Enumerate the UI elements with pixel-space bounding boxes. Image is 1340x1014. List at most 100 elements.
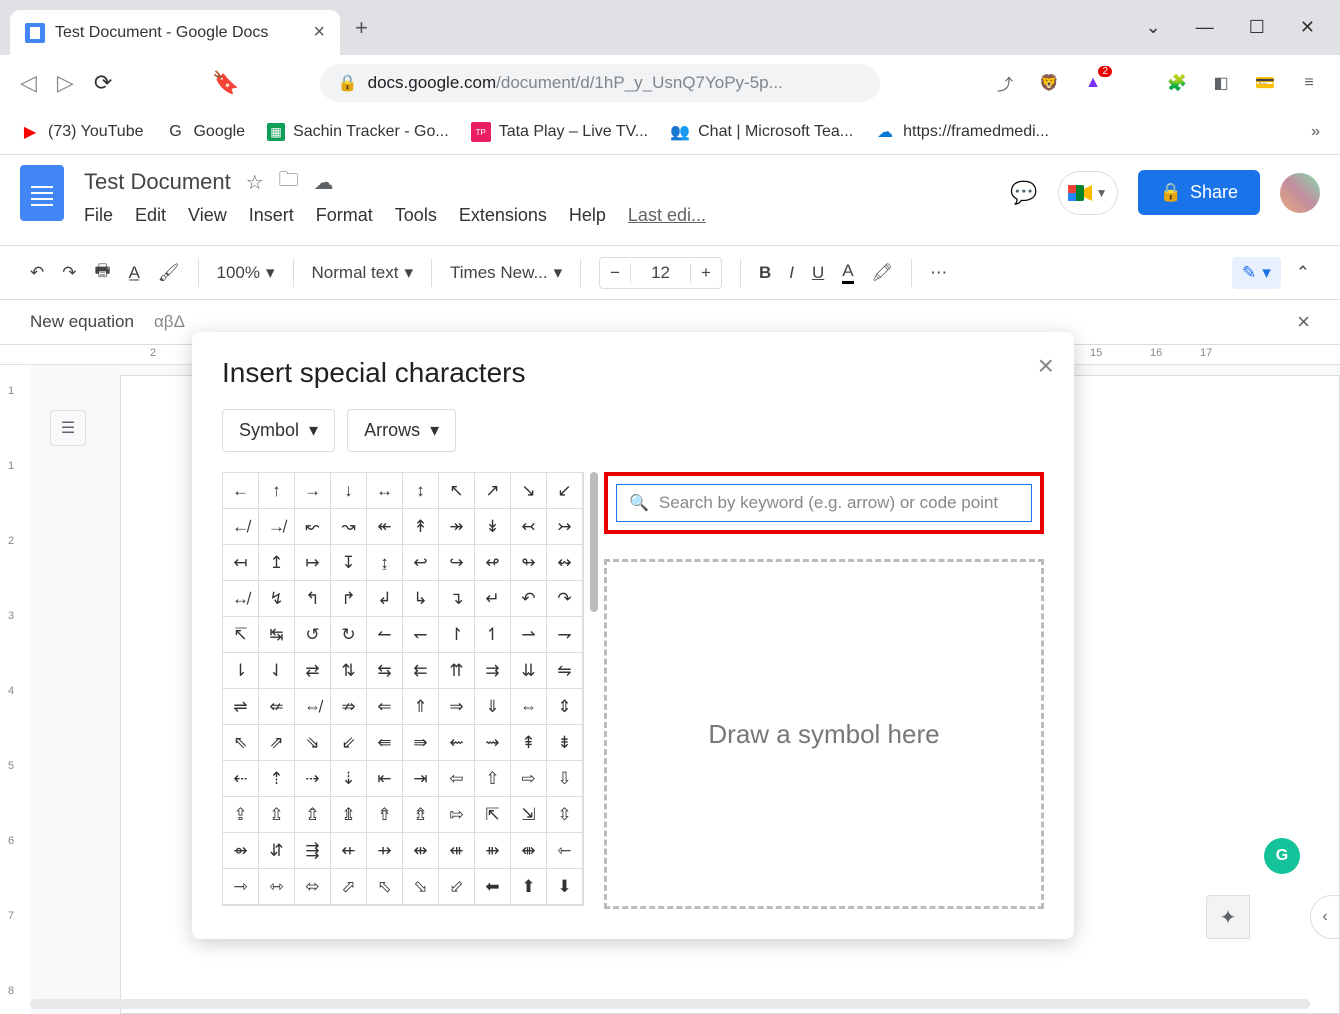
category-dropdown[interactable]: Symbol▾ [222,409,335,452]
char-cell[interactable]: ↱ [331,581,367,617]
char-cell[interactable]: ⇎ [295,689,331,725]
last-edit-link[interactable]: Last edi... [628,205,706,226]
dropdown-icon[interactable]: ⌄ [1146,17,1161,38]
char-cell[interactable]: ⇷ [331,833,367,869]
char-cell[interactable]: ⇫ [259,797,295,833]
char-cell[interactable]: ⇿ [259,869,295,905]
menu-extensions[interactable]: Extensions [459,205,547,226]
menu-help[interactable]: Help [569,205,606,226]
account-avatar[interactable] [1280,173,1320,213]
char-cell[interactable]: ↻ [331,617,367,653]
char-cell[interactable]: ⇨ [511,761,547,797]
editing-mode-button[interactable]: ✎▾ [1232,257,1281,289]
char-cell[interactable]: ⇳ [547,797,583,833]
char-cell[interactable]: ↤ [223,545,259,581]
char-cell[interactable]: ↮ [223,581,259,617]
char-cell[interactable]: ⬃ [439,869,475,905]
char-cell[interactable]: ⇾ [223,869,259,905]
char-cell[interactable]: ↾ [439,617,475,653]
minimize-icon[interactable]: — [1196,17,1214,38]
forward-button[interactable]: ▷ [57,70,74,96]
extension-badge-icon[interactable]: ▲2 [1082,72,1104,94]
underline-icon[interactable]: U [812,263,824,283]
char-cell[interactable]: ↼ [367,617,403,653]
char-cell[interactable]: ⇲ [511,797,547,833]
char-cell[interactable]: ⬂ [403,869,439,905]
char-cell[interactable]: ⇸ [367,833,403,869]
char-cell[interactable]: ↪ [439,545,475,581]
bookmarks-overflow-icon[interactable]: » [1311,123,1320,141]
char-cell[interactable]: ↙ [547,473,583,509]
char-cell[interactable]: ⇩ [547,761,583,797]
highlight-icon[interactable]: 🖍 [872,263,894,283]
char-cell[interactable]: ↥ [259,545,295,581]
char-cell[interactable]: ↳ [403,581,439,617]
new-equation-button[interactable]: New equation [30,312,134,332]
char-cell[interactable]: ↝ [331,509,367,545]
font-select[interactable]: Times New...▾ [450,263,562,283]
cloud-status-icon[interactable]: ☁ [314,170,334,195]
char-cell[interactable]: ⇴ [223,833,259,869]
char-cell[interactable]: ↔ [367,473,403,509]
char-cell[interactable]: ↩ [403,545,439,581]
char-cell[interactable]: ⇦ [439,761,475,797]
char-cell[interactable]: ↧ [331,545,367,581]
char-cell[interactable]: ⇵ [259,833,295,869]
horizontal-scrollbar[interactable] [30,999,1310,1009]
char-cell[interactable]: ⬄ [295,869,331,905]
char-cell[interactable]: ⇗ [259,725,295,761]
char-cell[interactable]: ⇥ [403,761,439,797]
char-cell[interactable]: ↦ [295,545,331,581]
font-size-stepper[interactable]: − 12 + [599,257,722,289]
char-cell[interactable]: ⬅ [475,869,511,905]
char-cell[interactable]: ↗ [475,473,511,509]
char-cell[interactable]: ↢ [511,509,547,545]
bookmark-youtube[interactable]: ▶(73) YouTube [20,122,143,142]
char-cell[interactable]: ⬆ [511,869,547,905]
char-cell[interactable]: ⇠ [223,761,259,797]
char-cell[interactable]: ⬇ [547,869,583,905]
search-input[interactable] [659,493,1019,513]
sidebar-icon[interactable]: ◧ [1210,72,1232,94]
bookmark-tataplay[interactable]: TPTata Play – Live TV... [471,122,648,142]
char-cell[interactable]: ⇊ [511,653,547,689]
bookmark-google[interactable]: GGoogle [165,122,245,142]
char-cell[interactable]: ↖ [439,473,475,509]
subcategory-dropdown[interactable]: Arrows▾ [347,409,456,452]
paint-format-icon[interactable]: 🖌 [158,263,180,283]
char-cell[interactable]: ⇋ [547,653,583,689]
char-cell[interactable]: ↯ [259,581,295,617]
char-cell[interactable]: ⇙ [331,725,367,761]
char-cell[interactable]: ⇘ [295,725,331,761]
char-cell[interactable]: ⇟ [547,725,583,761]
char-cell[interactable]: ↹ [259,617,295,653]
char-cell[interactable]: ⇂ [223,653,259,689]
zoom-select[interactable]: 100%▾ [217,263,275,283]
explore-button[interactable]: ✦ [1206,895,1250,939]
char-cell[interactable]: ↘ [511,473,547,509]
char-cell[interactable]: ↛ [259,509,295,545]
char-cell[interactable]: ↑ [259,473,295,509]
char-cell[interactable]: ⬁ [367,869,403,905]
char-cell[interactable]: ⇺ [439,833,475,869]
star-icon[interactable]: ☆ [246,170,264,195]
menu-format[interactable]: Format [316,205,373,226]
comments-icon[interactable]: 💬 [1010,180,1037,206]
char-cell[interactable]: ⇁ [547,617,583,653]
char-cell[interactable]: ⇇ [403,653,439,689]
char-cell[interactable]: ⇚ [367,725,403,761]
outline-toggle-icon[interactable]: ☰ [50,410,86,446]
share-button[interactable]: 🔒 Share [1138,170,1260,215]
char-cell[interactable]: ⇰ [439,797,475,833]
spellcheck-icon[interactable]: A̲ [129,263,140,283]
menu-view[interactable]: View [188,205,227,226]
char-cell[interactable]: ↬ [511,545,547,581]
char-cell[interactable]: ⇏ [331,689,367,725]
char-cell[interactable]: ↶ [511,581,547,617]
char-cell[interactable]: ↨ [367,545,403,581]
char-cell[interactable]: ⇪ [223,797,259,833]
draw-symbol-canvas[interactable]: Draw a symbol here [604,559,1044,909]
char-cell[interactable]: ↸ [223,617,259,653]
char-cell[interactable]: ⇞ [511,725,547,761]
char-cell[interactable]: ↠ [439,509,475,545]
